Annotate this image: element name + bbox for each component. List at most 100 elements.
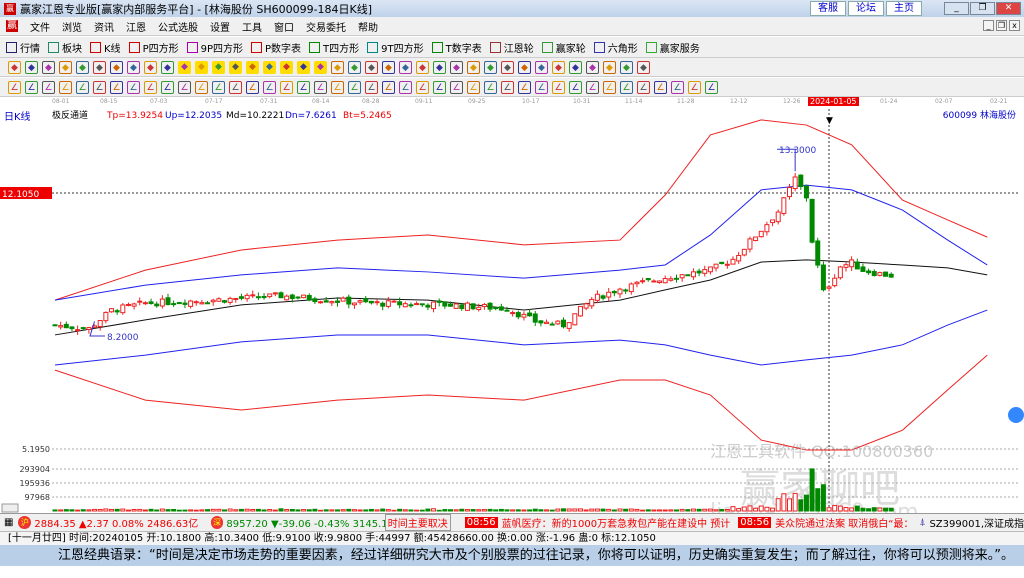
tool-icon[interactable]: ◆ bbox=[416, 60, 429, 74]
close-button[interactable]: ✕ bbox=[996, 2, 1021, 15]
tool-icon[interactable]: ◆ bbox=[76, 60, 89, 74]
tool-icon[interactable]: ∠ bbox=[569, 80, 582, 94]
menu-file[interactable]: 文件 bbox=[30, 19, 50, 34]
tool-icon[interactable]: ◆ bbox=[569, 60, 582, 74]
tool-icon[interactable]: ∠ bbox=[365, 80, 378, 94]
tool-icon[interactable]: ◆ bbox=[450, 60, 463, 74]
tool-icon[interactable]: ◆ bbox=[229, 60, 242, 74]
tool-icon[interactable]: ◆ bbox=[620, 60, 633, 74]
tool-icon[interactable]: ∠ bbox=[586, 80, 599, 94]
forum-link[interactable]: 论坛 bbox=[848, 1, 884, 16]
tool-icon[interactable]: ◆ bbox=[93, 60, 106, 74]
toolbar-button[interactable]: 六角形 bbox=[593, 40, 638, 55]
tool-icon[interactable]: ∠ bbox=[484, 80, 497, 94]
tool-icon[interactable]: ∠ bbox=[416, 80, 429, 94]
homepage-link[interactable]: 主页 bbox=[886, 1, 922, 16]
menu-help[interactable]: 帮助 bbox=[358, 19, 378, 34]
tool-icon[interactable]: ◆ bbox=[246, 60, 259, 74]
restore-button[interactable]: ❐ bbox=[970, 2, 995, 15]
mdi-close-button[interactable]: x bbox=[1009, 20, 1020, 31]
toolbar-button[interactable]: 行情 bbox=[6, 40, 40, 55]
tool-icon[interactable]: ◆ bbox=[603, 60, 616, 74]
toolbar-button[interactable]: T数字表 bbox=[431, 40, 482, 55]
tool-icon[interactable]: ◆ bbox=[365, 60, 378, 74]
customer-service-link[interactable]: 客服 bbox=[810, 1, 846, 16]
tool-icon[interactable]: ◆ bbox=[586, 60, 599, 74]
tool-icon[interactable]: ∠ bbox=[178, 80, 191, 94]
tool-icon[interactable]: ◆ bbox=[42, 60, 55, 74]
tool-icon[interactable]: ∠ bbox=[195, 80, 208, 94]
toolbar-button[interactable]: 9P四方形 bbox=[186, 40, 243, 55]
tool-icon[interactable]: ∠ bbox=[450, 80, 463, 94]
tool-icon[interactable]: ◆ bbox=[8, 60, 21, 74]
tool-icon[interactable]: ◆ bbox=[127, 60, 140, 74]
tool-icon[interactable]: ∠ bbox=[8, 80, 21, 94]
keyboard-icon[interactable]: ▦ bbox=[4, 517, 13, 528]
tool-icon[interactable]: ◆ bbox=[212, 60, 225, 74]
tool-icon[interactable]: ∠ bbox=[501, 80, 514, 94]
tool-icon[interactable]: ◆ bbox=[178, 60, 191, 74]
tool-icon[interactable]: ◆ bbox=[297, 60, 310, 74]
tool-icon[interactable]: ∠ bbox=[229, 80, 242, 94]
sh-index-quote[interactable]: 2884.35 ▲2.37 0.08% 2486.63亿 bbox=[34, 515, 207, 530]
menu-window[interactable]: 窗口 bbox=[274, 19, 294, 34]
tool-icon[interactable]: ◆ bbox=[433, 60, 446, 74]
news-ticker-1[interactable]: 时间主要取决 bbox=[384, 514, 451, 531]
tool-icon[interactable]: ◆ bbox=[518, 60, 531, 74]
news-ticker-3[interactable]: 美众院通过法案 取消俄白“最： bbox=[775, 515, 913, 530]
tool-icon[interactable]: ∠ bbox=[127, 80, 140, 94]
tool-icon[interactable]: ◆ bbox=[637, 60, 650, 74]
tool-icon[interactable]: ∠ bbox=[314, 80, 327, 94]
tool-icon[interactable]: ∠ bbox=[518, 80, 531, 94]
tool-icon[interactable]: ∠ bbox=[280, 80, 293, 94]
tool-icon[interactable]: ∠ bbox=[331, 80, 344, 94]
tool-icon[interactable]: ∠ bbox=[671, 80, 684, 94]
toolbar-button[interactable]: 赢家服务 bbox=[645, 40, 700, 55]
tool-icon[interactable]: ◆ bbox=[501, 60, 514, 74]
tool-icon[interactable]: ∠ bbox=[212, 80, 225, 94]
tool-icon[interactable]: ◆ bbox=[399, 60, 412, 74]
mdi-restore-button[interactable]: ❐ bbox=[996, 20, 1007, 31]
kline-chart[interactable]: 日K线 极反通道 Tp=13.9254 Up=12.2035 Md=10.2221 Dn=… bbox=[0, 107, 1024, 513]
tool-icon[interactable]: ◆ bbox=[552, 60, 565, 74]
tool-icon[interactable]: ◆ bbox=[25, 60, 38, 74]
tool-icon[interactable]: ◆ bbox=[348, 60, 361, 74]
tool-icon[interactable]: ∠ bbox=[654, 80, 667, 94]
tool-icon[interactable]: ∠ bbox=[433, 80, 446, 94]
tool-icon[interactable]: ∠ bbox=[42, 80, 55, 94]
tool-icon[interactable]: ∠ bbox=[688, 80, 701, 94]
tool-icon[interactable]: ∠ bbox=[348, 80, 361, 94]
tool-icon[interactable]: ∠ bbox=[76, 80, 89, 94]
tool-icon[interactable]: ◆ bbox=[161, 60, 174, 74]
tool-icon[interactable]: ◆ bbox=[314, 60, 327, 74]
tool-icon[interactable]: ∠ bbox=[382, 80, 395, 94]
toolbar-button[interactable]: 9T四方形 bbox=[367, 40, 424, 55]
menu-trade[interactable]: 交易委托 bbox=[306, 19, 346, 34]
tool-icon[interactable]: ∠ bbox=[93, 80, 106, 94]
tool-icon[interactable]: ◆ bbox=[484, 60, 497, 74]
tool-icon[interactable]: ∠ bbox=[59, 80, 72, 94]
tool-icon[interactable]: ∠ bbox=[705, 80, 718, 94]
tool-icon[interactable]: ∠ bbox=[25, 80, 38, 94]
menu-gann[interactable]: 江恩 bbox=[126, 19, 146, 34]
tool-icon[interactable]: ◆ bbox=[263, 60, 276, 74]
tool-icon[interactable]: ∠ bbox=[297, 80, 310, 94]
toolbar-button[interactable]: 江恩轮 bbox=[489, 40, 534, 55]
tool-icon[interactable]: ∠ bbox=[263, 80, 276, 94]
toolbar-button[interactable]: P四方形 bbox=[128, 40, 179, 55]
tool-icon[interactable]: ◆ bbox=[467, 60, 480, 74]
tool-icon[interactable]: ∠ bbox=[552, 80, 565, 94]
tool-icon[interactable]: ∠ bbox=[144, 80, 157, 94]
tool-icon[interactable]: ∠ bbox=[603, 80, 616, 94]
tool-icon[interactable]: ∠ bbox=[535, 80, 548, 94]
menu-news[interactable]: 资讯 bbox=[94, 19, 114, 34]
scroll-button[interactable] bbox=[1008, 407, 1024, 423]
tool-icon[interactable]: ◆ bbox=[331, 60, 344, 74]
tool-icon[interactable]: ∠ bbox=[110, 80, 123, 94]
sz-index-quote[interactable]: 8957.20 ▼-39.06 -0.43% 3145.19亿 bbox=[226, 515, 384, 530]
menu-formula[interactable]: 公式选股 bbox=[158, 19, 198, 34]
tool-icon[interactable]: ◆ bbox=[144, 60, 157, 74]
tool-icon[interactable]: ◆ bbox=[535, 60, 548, 74]
toolbar-button[interactable]: 赢家轮 bbox=[541, 40, 586, 55]
tool-icon[interactable]: ◆ bbox=[382, 60, 395, 74]
